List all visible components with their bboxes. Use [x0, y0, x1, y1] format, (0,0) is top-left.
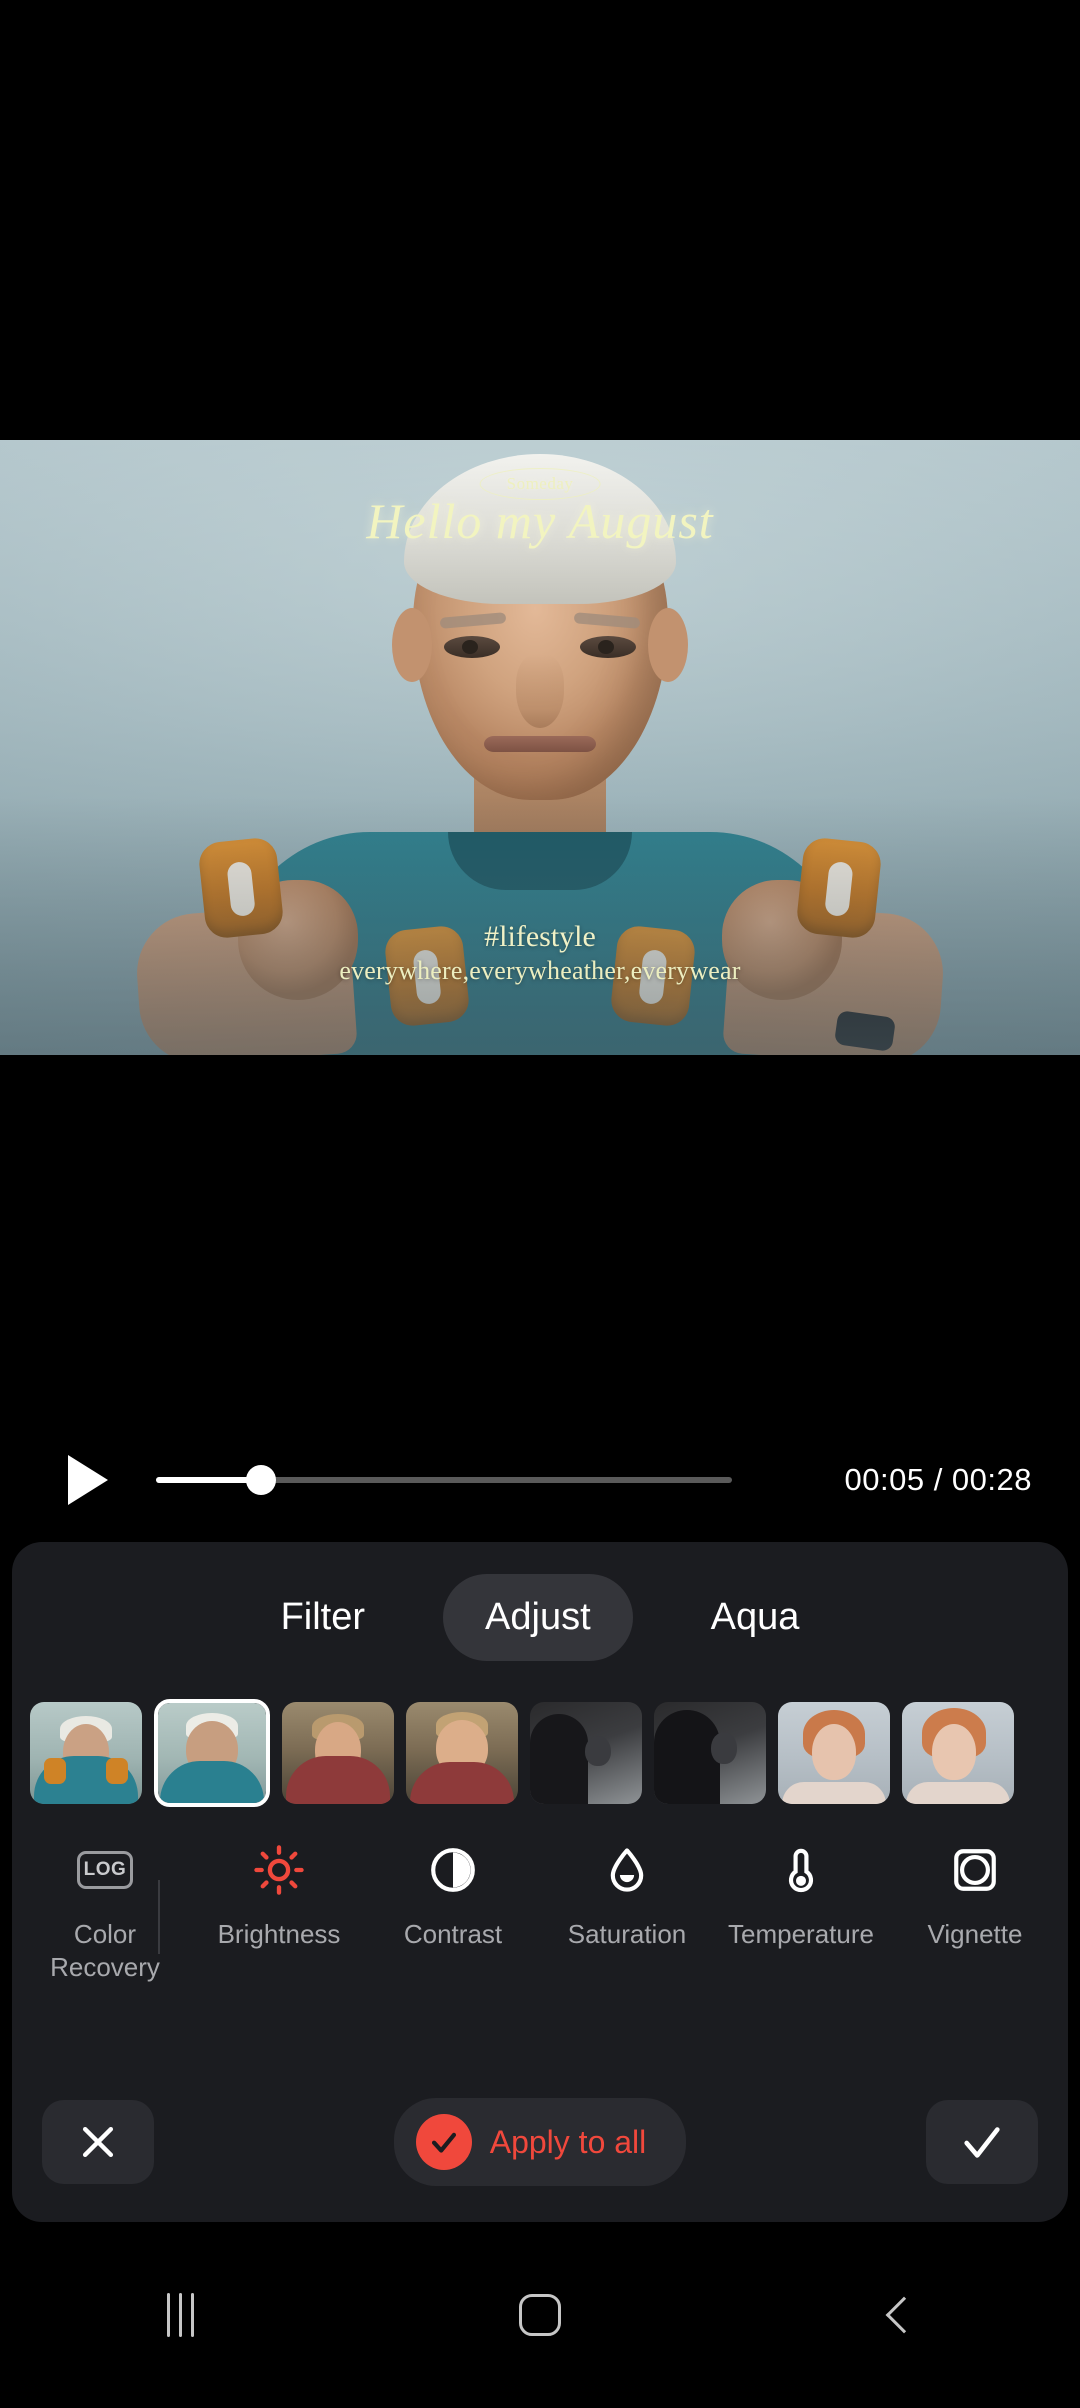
tab-aqua[interactable]: Aqua [669, 1574, 842, 1661]
thumbnail-clip-4[interactable] [406, 1702, 518, 1804]
play-button[interactable] [42, 1425, 134, 1535]
tool-label-temperature: Temperature [728, 1919, 874, 1949]
nav-home-button[interactable] [450, 2222, 630, 2408]
tool-label-brightness: Brightness [217, 1919, 341, 1949]
thumbnail-clip-6[interactable] [654, 1702, 766, 1804]
nav-back-button[interactable] [810, 2222, 990, 2408]
clip-thumbnail-strip[interactable] [12, 1692, 1068, 1814]
apply-to-all-button[interactable]: Apply to all [393, 2098, 687, 2186]
video-frame[interactable]: Someday Hello my August #lifestyle every… [0, 440, 1080, 1055]
video-preview-stage: Someday Hello my August #lifestyle every… [0, 0, 1080, 1420]
cancel-button[interactable] [42, 2100, 154, 2184]
droplet-icon [599, 1842, 655, 1898]
overlay-title: Hello my August [366, 493, 714, 549]
confirm-button[interactable] [926, 2100, 1038, 2184]
tool-divider [158, 1880, 160, 1954]
thumbnail-clip-2[interactable] [154, 1699, 270, 1807]
tool-brightness[interactable]: Brightness [192, 1842, 366, 1951]
tab-filter[interactable]: Filter [239, 1574, 407, 1661]
tool-contrast[interactable]: Contrast [366, 1842, 540, 1951]
back-icon [885, 2296, 923, 2334]
panel-actions: Apply to all [12, 2098, 1068, 2186]
check-icon [964, 2127, 1000, 2158]
tool-saturation[interactable]: Saturation [540, 1842, 714, 1951]
system-navigation-bar [0, 2222, 1080, 2408]
log-icon-text: LOG [77, 1851, 133, 1889]
thumbnail-clip-7[interactable] [778, 1702, 890, 1804]
subject-nose [516, 654, 564, 728]
thumbnail-clip-1[interactable] [30, 1702, 142, 1804]
subject-eye-left [444, 636, 500, 658]
tool-label-vignette: Vignette [927, 1919, 1023, 1949]
thumbnail-clip-8[interactable] [902, 1702, 1014, 1804]
seek-handle[interactable] [246, 1465, 276, 1495]
subject-eye-right [580, 636, 636, 658]
overlay-hashtag: #lifestyle [484, 920, 596, 953]
playback-bar: 00:05 / 00:28 [0, 1425, 1080, 1535]
tool-vignette[interactable]: Vignette [888, 1842, 1062, 1951]
seek-bar[interactable] [156, 1425, 815, 1535]
subject-ear-left [392, 608, 432, 682]
video-editor-screen: Someday Hello my August #lifestyle every… [0, 0, 1080, 2408]
tool-label-contrast: Contrast [403, 1919, 503, 1949]
thumbnail-clip-3[interactable] [282, 1702, 394, 1804]
sun-icon [251, 1842, 307, 1898]
thumbnail-clip-5[interactable] [530, 1702, 642, 1804]
timecode-label: 00:05 / 00:28 [844, 1462, 1032, 1497]
home-icon [519, 2294, 561, 2336]
adjust-tool-row: LOG Color Recovery Brightness Contrast S… [12, 1814, 1068, 2004]
apply-to-all-check-icon [415, 2114, 472, 2170]
overlay-subtitle: everywhere,everywheather,everywear [339, 956, 741, 985]
vignette-icon [947, 1842, 1003, 1898]
log-icon: LOG [77, 1842, 133, 1898]
thermometer-icon [773, 1842, 829, 1898]
close-icon [82, 2126, 114, 2158]
edit-panel: Filter Adjust Aqua LOG Color Recovery Br… [12, 1542, 1068, 2222]
tool-label-color-recovery: Color Recovery [50, 1919, 160, 1982]
nav-recents-button[interactable] [90, 2222, 270, 2408]
tool-color-recovery[interactable]: LOG Color Recovery [18, 1842, 192, 1983]
subject-ear-right [648, 608, 688, 682]
tool-temperature[interactable]: Temperature [714, 1842, 888, 1951]
mode-tabs: Filter Adjust Aqua [12, 1542, 1068, 1692]
recents-icon [166, 2293, 194, 2337]
subject-mouth [484, 736, 596, 752]
play-icon [68, 1455, 108, 1505]
tab-adjust[interactable]: Adjust [443, 1573, 633, 1661]
apply-to-all-label: Apply to all [489, 2123, 647, 2160]
contrast-icon [425, 1842, 481, 1898]
tool-label-saturation: Saturation [567, 1919, 687, 1949]
